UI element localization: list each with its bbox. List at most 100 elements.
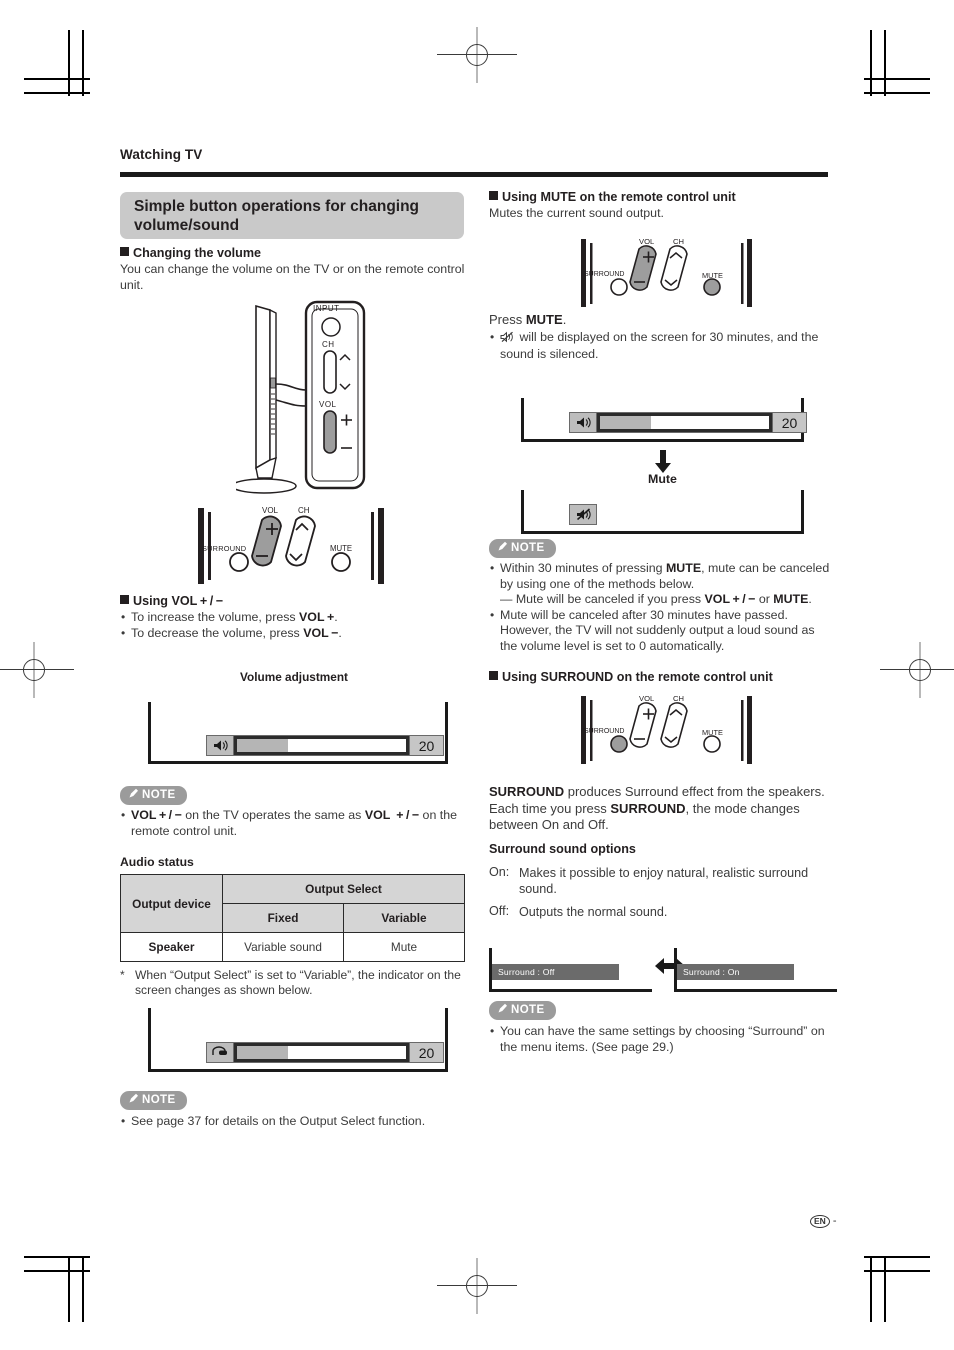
note-badge: NOTE xyxy=(120,786,187,805)
surround-on-screen: Surround : On xyxy=(674,948,837,992)
audio-status-table: Output device Output Select Fixed Variab… xyxy=(120,874,465,962)
cell-device: Speaker xyxy=(120,932,223,962)
osd-before-fill xyxy=(600,416,651,429)
th-output-device: Output device xyxy=(120,874,223,933)
surround-description: SURROUND produces Surround effect from t… xyxy=(489,784,825,832)
registration-mark-top xyxy=(437,27,517,83)
osd-before-bar: 20 xyxy=(569,412,807,433)
using-mute-body: Mutes the current sound output. xyxy=(489,206,664,220)
osd-volume-value: 20 xyxy=(410,735,444,756)
bullet-increase-volume: To increase the volume, press VOL +. xyxy=(120,610,468,626)
remote-mute-label: MUTE xyxy=(702,271,723,280)
footnote-star: * xyxy=(120,968,125,982)
note-badge: NOTE xyxy=(489,1001,556,1020)
note-mute-bullet-2: Mute will be canceled after 30 minutes h… xyxy=(489,608,834,655)
speaker-icon xyxy=(206,735,234,756)
crop-mark-top-right xyxy=(820,30,930,140)
remote-surround-label: SURROUND xyxy=(584,271,625,278)
registration-mark-left xyxy=(0,642,74,698)
osd-volume-fill xyxy=(237,739,288,752)
osd-volume-screen: 20 xyxy=(148,702,448,764)
osd-variable-value: 20 xyxy=(410,1042,444,1063)
table-header-row: Output device Output Select xyxy=(120,874,465,933)
osd-after-mute-screen xyxy=(521,490,804,534)
audio-status-footnote: * When “Output Select” is set to “Variab… xyxy=(120,968,468,999)
remote-surround-label: SURROUND xyxy=(202,544,247,553)
remote-vol-label: VOL xyxy=(639,694,655,703)
osd-variable-screen: 20 xyxy=(148,1008,448,1072)
osd-variable-track xyxy=(234,1042,410,1063)
tv-panel-ch-label: CH xyxy=(322,340,335,349)
volume-adjustment-caption: Volume adjustment xyxy=(240,670,348,684)
th-variable: Variable xyxy=(343,903,465,933)
language-badge: EN xyxy=(810,1215,830,1228)
note-output-select-block: NOTE See page 37 for details on the Outp… xyxy=(120,1090,468,1130)
running-head: Watching TV xyxy=(120,147,203,162)
footnote-text: When “Output Select” is set to “Variable… xyxy=(135,968,461,998)
remote-illustration-mute: VOL CH SURROUND MUTE xyxy=(575,237,765,311)
left-column: Changing the volume You can change the v… xyxy=(120,246,468,293)
changing-volume-body: You can change the volume on the TV or o… xyxy=(120,262,465,292)
bullet-decrease-volume: To decrease the volume, press VOL −. xyxy=(120,626,468,642)
osd-before-mute-screen: 20 xyxy=(521,398,807,442)
using-surround-block: Using SURROUND on the remote control uni… xyxy=(489,670,834,686)
surround-options-caption: Surround sound options xyxy=(489,842,636,856)
table-row: Speaker Variable sound Mute xyxy=(120,932,465,962)
manual-page: Watching TV Simple button operations for… xyxy=(0,0,954,1350)
pen-icon xyxy=(497,1003,508,1018)
note-vol-bullet: VOL + / − on the TV operates the same as… xyxy=(120,808,468,839)
note-vol-block: NOTE VOL + / − on the TV operates the sa… xyxy=(120,785,468,839)
cell-variable: Mute xyxy=(343,932,465,962)
remote-illustration-surround: VOL CH SURROUND MUTE xyxy=(575,694,765,768)
section-title: Simple button operations for changing vo… xyxy=(120,192,464,239)
surround-off-banner: Surround : Off xyxy=(492,964,619,980)
remote-surround-label: SURROUND xyxy=(584,728,625,735)
press-mute-line: Press MUTE. xyxy=(489,312,567,327)
surround-options-block: Surround sound options On: Makes it poss… xyxy=(489,842,834,920)
remote-mute-label: MUTE xyxy=(330,544,353,553)
speaker-mute-icon xyxy=(569,504,597,525)
page-folio: EN - xyxy=(810,1215,837,1228)
remote-ch-label: CH xyxy=(673,694,684,703)
speaker-icon xyxy=(569,412,597,433)
using-vol-block: Using VOL + / − To increase the volume, … xyxy=(120,594,468,641)
osd-variable-fill xyxy=(237,1046,288,1059)
surround-option-on: On: Makes it possible to enjoy natural, … xyxy=(489,865,834,897)
right-column: Using MUTE on the remote control unit Mu… xyxy=(489,190,834,222)
note-badge: NOTE xyxy=(489,539,556,558)
note-mute-bullet-1: Within 30 minutes of pressing MUTE, mute… xyxy=(489,561,834,608)
registration-mark-bottom xyxy=(437,1258,517,1314)
surround-description-block: SURROUND produces Surround effect from t… xyxy=(489,784,834,834)
square-bullet-icon xyxy=(489,671,498,680)
audio-status-caption: Audio status xyxy=(120,855,194,869)
crop-mark-bottom-left xyxy=(24,1210,134,1322)
osd-before-value: 20 xyxy=(773,412,807,433)
note-badge: NOTE xyxy=(120,1091,187,1110)
surround-off-screen: Surround : Off xyxy=(489,948,652,992)
cell-fixed: Variable sound xyxy=(222,932,344,962)
crop-mark-top-left xyxy=(24,30,134,140)
press-mute-block: Press MUTE. will be displayed on the scr… xyxy=(489,312,834,363)
heading-changing-the-volume: Changing the volume xyxy=(120,246,468,261)
heading-using-surround: Using SURROUND on the remote control uni… xyxy=(489,670,834,685)
surround-on-text: Makes it possible to enjoy natural, real… xyxy=(519,866,809,896)
remote-ch-label: CH xyxy=(298,506,310,515)
remote-mute-label: MUTE xyxy=(702,728,723,737)
surround-off-text: Outputs the normal sound. xyxy=(519,905,668,919)
osd-volume-bar: 20 xyxy=(206,735,444,756)
remote-illustration-volume: VOL CH SURROUND MUTE xyxy=(190,506,400,588)
pen-icon xyxy=(128,788,139,803)
note-surround-block: NOTE You can have the same settings by c… xyxy=(489,1000,834,1055)
audio-status-block: Audio status Output device Output Select… xyxy=(120,855,468,999)
mute-transition-label: Mute xyxy=(648,472,677,486)
tv-panel-vol-label: VOL xyxy=(319,400,337,409)
pen-icon xyxy=(128,1093,139,1108)
note-mute-block: NOTE Within 30 minutes of pressing MUTE,… xyxy=(489,538,834,655)
registration-mark-right xyxy=(880,642,954,698)
remote-vol-label: VOL xyxy=(262,506,279,515)
speaker-mute-icon xyxy=(500,331,515,348)
osd-before-remainder xyxy=(650,416,769,429)
note-mute-subline: — Mute will be canceled if you press VOL… xyxy=(500,592,812,607)
tv-panel-input-label: INPUT xyxy=(313,304,340,313)
osd-before-track xyxy=(597,412,773,433)
